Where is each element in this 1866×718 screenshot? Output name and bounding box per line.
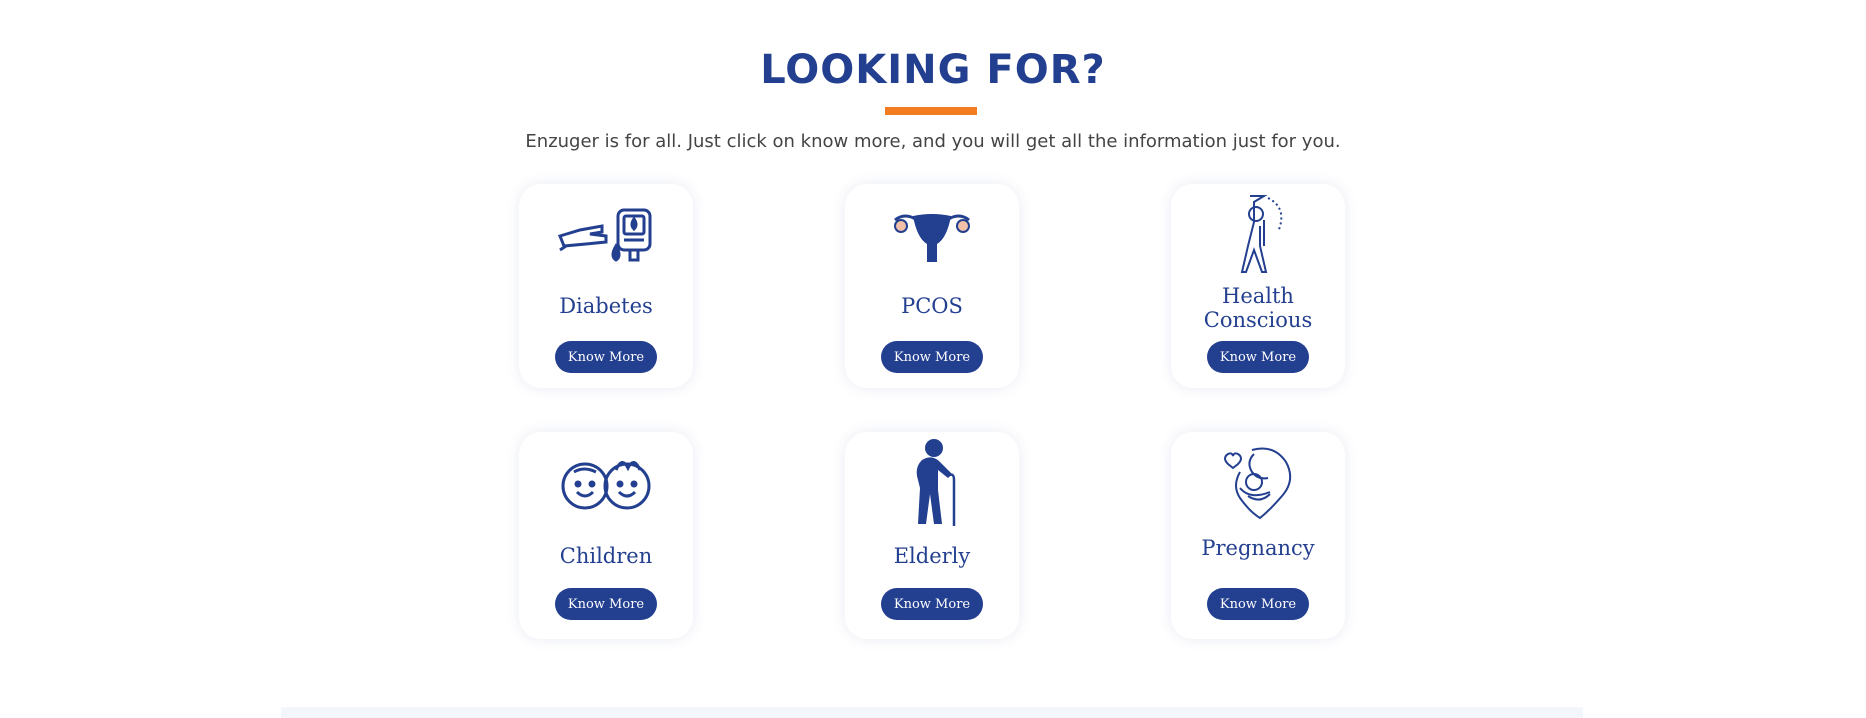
card-pregnancy: Pregnancy Know More — [1171, 432, 1345, 639]
footer-strip — [281, 707, 1583, 718]
card-label: Diabetes — [559, 294, 653, 318]
card-elderly: Elderly Know More — [845, 432, 1019, 639]
know-more-button[interactable]: Know More — [881, 341, 983, 373]
section-title: LOOKING FOR? — [760, 47, 1106, 93]
mother-baby-icon — [1171, 442, 1345, 522]
card-label: Pregnancy — [1201, 536, 1315, 560]
children-faces-icon — [519, 454, 693, 514]
card-diabetes: Diabetes Know More — [519, 184, 693, 388]
glucose-meter-icon — [519, 206, 693, 262]
card-label: Elderly — [893, 544, 971, 568]
section-subtitle: Enzuger is for all. Just click on know m… — [525, 131, 1341, 152]
know-more-button[interactable]: Know More — [555, 341, 657, 373]
stretching-person-icon — [1171, 190, 1345, 280]
uterus-icon — [845, 206, 1019, 268]
know-more-button[interactable]: Know More — [555, 588, 657, 620]
card-health-conscious: Health Conscious Know More — [1171, 184, 1345, 388]
title-underline — [885, 107, 977, 115]
know-more-button[interactable]: Know More — [881, 588, 983, 620]
know-more-button[interactable]: Know More — [1207, 588, 1309, 620]
card-label: Health Conscious — [1203, 284, 1313, 332]
know-more-button[interactable]: Know More — [1207, 341, 1309, 373]
card-pcos: PCOS Know More — [845, 184, 1019, 388]
elderly-cane-icon — [845, 436, 1019, 528]
card-label: PCOS — [901, 294, 963, 318]
card-children: Children Know More — [519, 432, 693, 639]
card-label: Children — [559, 544, 653, 568]
